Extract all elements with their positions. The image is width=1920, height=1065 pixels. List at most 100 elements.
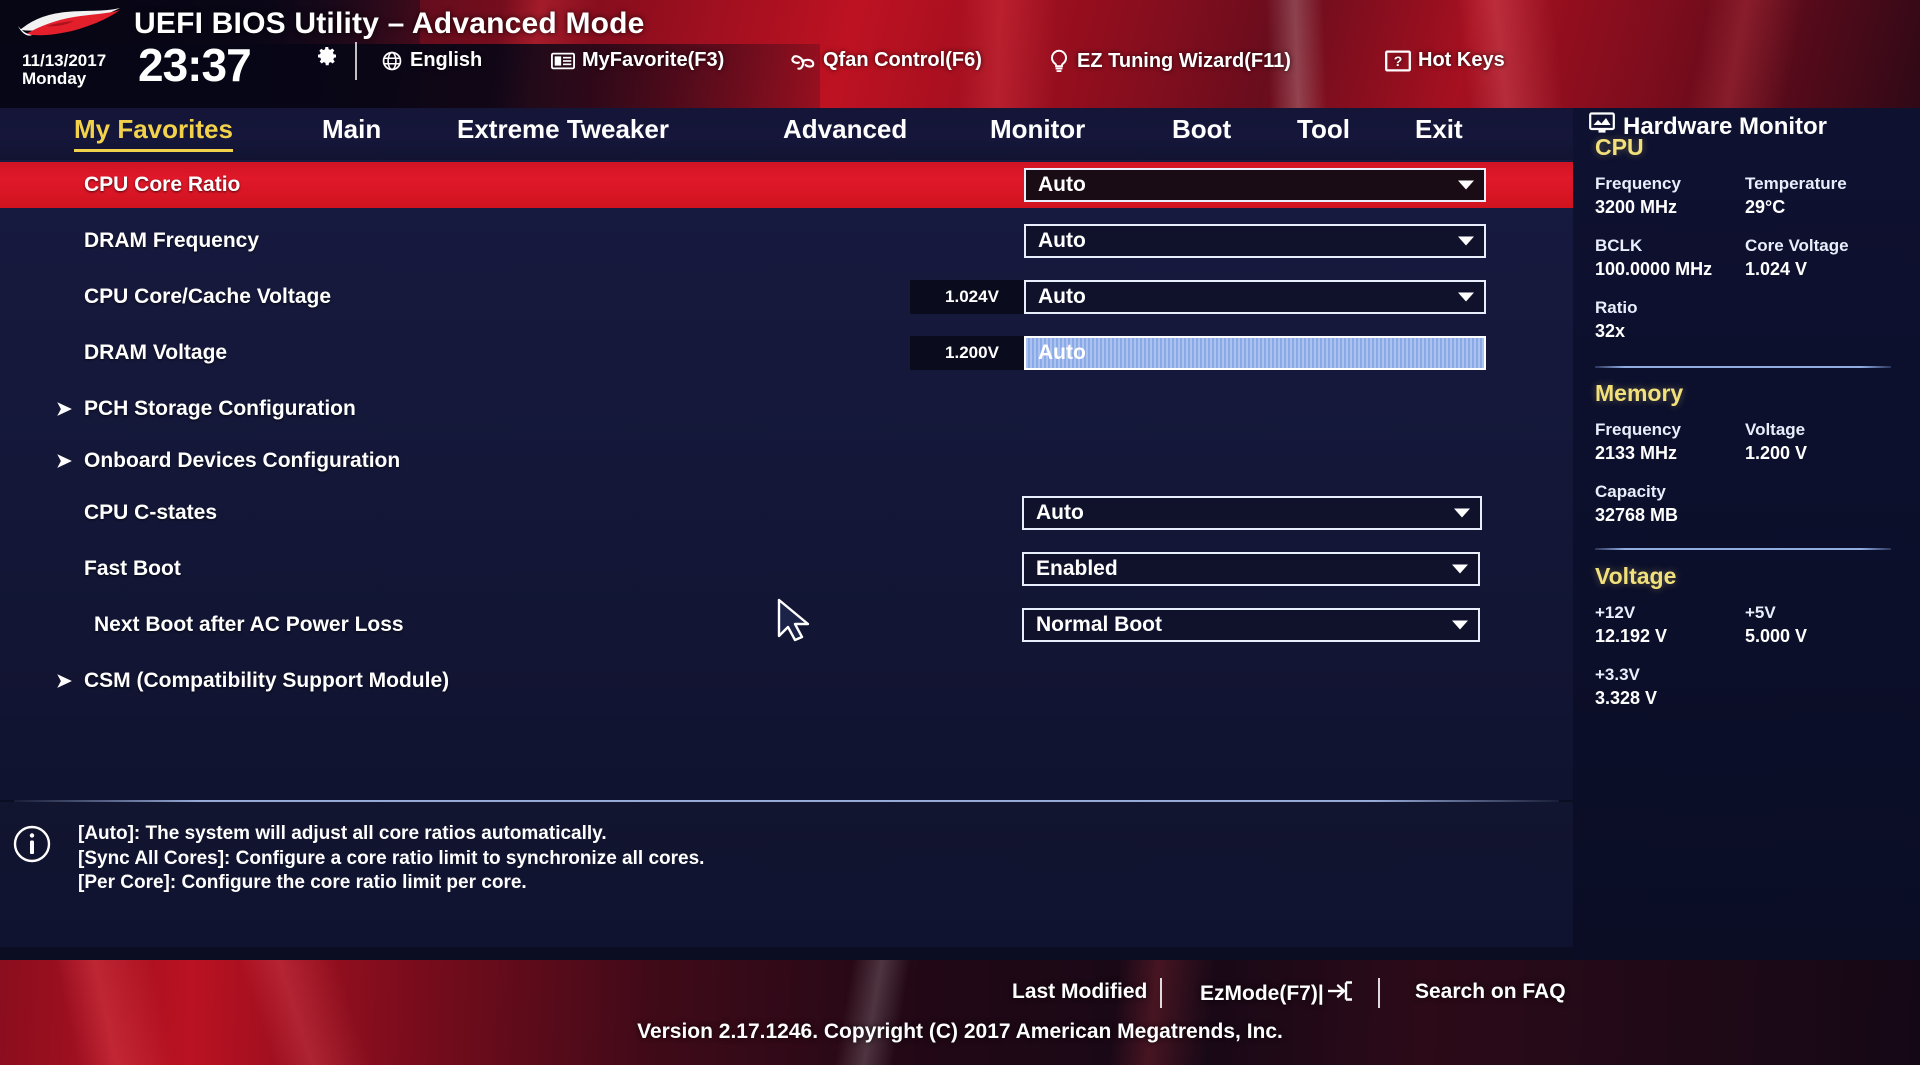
memory-capacity-value: 32768 MB xyxy=(1595,505,1679,525)
table-row[interactable]: ➤ Onboard Devices Configuration xyxy=(0,438,1573,484)
hot-keys-button[interactable]: ? Hot Keys xyxy=(1385,49,1505,72)
ez-mode-label: EzMode(F7)| xyxy=(1200,982,1324,1005)
memory-frequency-value: 2133 MHz xyxy=(1595,443,1678,463)
row-monitor-value: 1.200V xyxy=(910,336,1034,370)
section-title-voltage: Voltage xyxy=(1595,563,1677,589)
tab-exit[interactable]: Exit xyxy=(1415,114,1463,149)
header-separator xyxy=(355,42,357,80)
ez-tuning-wizard-button[interactable]: EZ Tuning Wizard(F11) xyxy=(1048,49,1291,73)
table-row[interactable]: CPU Core Ratio Auto xyxy=(0,162,1573,208)
dropdown-value: Auto xyxy=(1038,229,1086,252)
footer-separator-2 xyxy=(1378,978,1380,1008)
ratio-label: Ratio xyxy=(1595,298,1638,317)
help-line-3: [Per Core]: Configure the core ratio lim… xyxy=(78,872,527,893)
dropdown-value: Normal Boot xyxy=(1036,613,1162,636)
row-label: Onboard Devices Configuration xyxy=(84,449,401,472)
date-text: 11/13/2017 xyxy=(22,51,107,70)
table-row[interactable]: Fast Boot Enabled xyxy=(0,546,1573,592)
arrow-into-box-icon xyxy=(1326,980,1354,1008)
table-row[interactable]: ➤ PCH Storage Configuration xyxy=(0,386,1573,432)
core-voltage-label: Core Voltage xyxy=(1745,236,1849,255)
cpu-temperature-value: 29°C xyxy=(1745,197,1786,217)
date-display: 11/13/2017 Monday xyxy=(22,52,106,88)
cpu-frequency-label: Frequency xyxy=(1595,174,1681,193)
submenu-arrow-icon: ➤ xyxy=(56,398,72,420)
rail-33v-label: +3.3V xyxy=(1595,665,1640,684)
section-title-memory: Memory xyxy=(1595,380,1684,406)
table-row[interactable]: Next Boot after AC Power Loss Normal Boo… xyxy=(0,602,1573,648)
myfavorite-label: MyFavorite(F3) xyxy=(582,49,725,71)
header-bar: UEFI BIOS Utility – Advanced Mode 11/13/… xyxy=(0,0,1920,108)
tab-monitor[interactable]: Monitor xyxy=(990,114,1085,149)
cpu-temperature-label: Temperature xyxy=(1745,174,1847,193)
memory-frequency-label: Frequency xyxy=(1595,420,1681,439)
cpu-core-ratio-dropdown[interactable]: Auto xyxy=(1024,168,1486,202)
search-on-faq-button[interactable]: Search on FAQ xyxy=(1415,980,1566,1004)
version-text: Version 2.17.1246. Copyright (C) 2017 Am… xyxy=(637,1020,1283,1043)
tab-my-favorites[interactable]: My Favorites xyxy=(74,114,233,152)
question-box-icon: ? xyxy=(1385,49,1411,72)
ez-tuning-wizard-label: EZ Tuning Wizard(F11) xyxy=(1077,49,1291,72)
row-label: Next Boot after AC Power Loss xyxy=(94,613,404,636)
ez-mode-button[interactable]: EzMode(F7)| xyxy=(1200,980,1354,1008)
hardware-monitor-title-label: Hardware Monitor xyxy=(1623,112,1828,140)
row-label: CSM (Compatibility Support Module) xyxy=(84,669,450,692)
row-label: DRAM Frequency xyxy=(84,229,260,252)
tab-bar: My Favorites Main Extreme Tweaker Advanc… xyxy=(0,108,1573,160)
dropdown-value: Enabled xyxy=(1036,557,1118,580)
page-title: UEFI BIOS Utility – Advanced Mode xyxy=(134,7,645,40)
footer-gloss xyxy=(0,960,1920,1065)
chevron-down-icon xyxy=(1452,620,1468,630)
table-row[interactable]: CPU Core/Cache Voltage 1.024V Auto xyxy=(0,274,1573,320)
fan-icon xyxy=(790,50,816,72)
gear-icon[interactable] xyxy=(315,44,339,68)
bclk-value: 100.0000 MHz xyxy=(1595,259,1713,279)
submenu-arrow-icon: ➤ xyxy=(56,450,72,472)
footer-separator-1 xyxy=(1160,978,1162,1008)
myfavorite-button[interactable]: MyFavorite(F3) xyxy=(551,49,724,72)
last-modified-button[interactable]: Last Modified xyxy=(1012,980,1147,1004)
section-title-cpu: CPU xyxy=(1595,134,1644,160)
section-divider-cpu xyxy=(1595,366,1891,368)
dropdown-value: Auto xyxy=(1038,341,1086,364)
row-monitor-value: 1.024V xyxy=(910,280,1034,314)
weekday-text: Monday xyxy=(22,68,87,88)
dropdown-value: Auto xyxy=(1036,501,1084,524)
memory-voltage-label: Voltage xyxy=(1745,420,1806,439)
rail-12v-value: 12.192 V xyxy=(1595,626,1668,646)
memory-voltage-value: 1.200 V xyxy=(1745,443,1808,463)
cpu-c-states-dropdown[interactable]: Auto xyxy=(1022,496,1482,530)
tab-extreme-tweaker[interactable]: Extreme Tweaker xyxy=(457,114,669,149)
tab-advanced[interactable]: Advanced xyxy=(783,114,907,149)
help-line-1: [Auto]: The system will adjust all core … xyxy=(78,823,607,844)
dram-voltage-dropdown[interactable]: Auto xyxy=(1024,336,1486,370)
fast-boot-dropdown[interactable]: Enabled xyxy=(1022,552,1480,586)
section-divider-memory xyxy=(1595,548,1891,550)
next-boot-after-ac-power-loss-dropdown[interactable]: Normal Boot xyxy=(1022,608,1480,642)
dropdown-value: Auto xyxy=(1038,285,1086,308)
dropdown-value: Auto xyxy=(1038,173,1086,196)
tab-tool[interactable]: Tool xyxy=(1297,114,1350,149)
tab-main[interactable]: Main xyxy=(322,114,381,149)
table-row[interactable]: CPU C-states Auto xyxy=(0,490,1573,536)
help-panel: [Auto]: The system will adjust all core … xyxy=(0,802,1573,947)
qfan-control-label: Qfan Control(F6) xyxy=(823,49,982,71)
table-row[interactable]: DRAM Voltage 1.200V Auto xyxy=(0,330,1573,376)
language-button[interactable]: English xyxy=(381,49,482,72)
ratio-value: 32x xyxy=(1595,321,1626,341)
info-icon xyxy=(13,825,51,863)
table-row[interactable]: DRAM Frequency Auto xyxy=(0,218,1573,264)
tab-boot[interactable]: Boot xyxy=(1172,114,1231,149)
qfan-control-button[interactable]: Qfan Control(F6) xyxy=(790,49,982,72)
dram-frequency-dropdown[interactable]: Auto xyxy=(1024,224,1486,258)
cpu-core-cache-voltage-dropdown[interactable]: Auto xyxy=(1024,280,1486,314)
chevron-down-icon xyxy=(1458,292,1474,302)
table-row[interactable]: ➤ CSM (Compatibility Support Module) xyxy=(0,658,1573,704)
favorite-card-icon xyxy=(551,51,575,71)
chevron-down-icon xyxy=(1454,508,1470,518)
cpu-frequency-value: 3200 MHz xyxy=(1595,197,1678,217)
chevron-down-icon xyxy=(1458,180,1474,190)
hardware-monitor-panel: Hardware Monitor CPU Frequency 3200 MHz … xyxy=(1573,108,1920,960)
chevron-down-icon xyxy=(1458,236,1474,246)
row-label: DRAM Voltage xyxy=(84,341,228,364)
